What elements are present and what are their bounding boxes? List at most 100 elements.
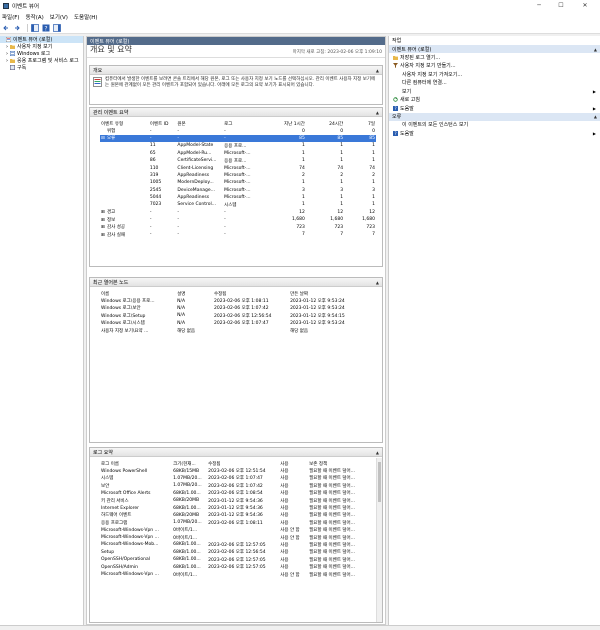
- table-row[interactable]: 7023 Service Control... 시스템 1 1 1: [100, 201, 376, 208]
- table-row[interactable]: OpenSSH/Operational 68KB/1.00... 2023-02-0…: [100, 556, 370, 563]
- table-row[interactable]: 2545 DeviceManage... Microsoft-... 3 3 3: [100, 187, 376, 194]
- close-button[interactable]: ✕: [574, 0, 596, 11]
- column-header[interactable]: 이름: [100, 290, 176, 297]
- collapse-caret-icon[interactable]: ▲: [376, 110, 379, 115]
- tree-item-event-viewer-local[interactable]: 이벤트 뷰어 (로컬): [0, 36, 83, 43]
- collapse-caret-icon[interactable]: ▲: [376, 280, 379, 285]
- action-item[interactable]: 보기 ▶: [389, 87, 600, 96]
- action-item[interactable]: 저장된 로그 열기...: [389, 53, 600, 62]
- tree-item-subscriptions[interactable]: 구독: [0, 64, 83, 71]
- table-row[interactable]: Windows PowerShell 68KB/15MB 2023-02-06 오후…: [100, 467, 370, 475]
- column-header[interactable]: 수정됨: [213, 290, 289, 297]
- actions-section-error[interactable]: 오류 ▲: [389, 112, 600, 121]
- column-header[interactable]: 7일: [344, 120, 376, 127]
- table-row[interactable]: Microsoft Office Alerts 68KB/1.00... 2023-…: [100, 490, 370, 497]
- column-header[interactable]: 만든 날짜: [289, 290, 376, 297]
- table-cell: 68KB/15MB: [173, 468, 200, 474]
- admin-summary-header[interactable]: 관리 이벤트 요약 ▲: [90, 108, 382, 117]
- table-row[interactable]: ⊞ 경고 - - -12 12 12: [100, 209, 376, 216]
- table-row[interactable]: 1005 ModernDeploy... Microsoft-... 1 1 1: [100, 179, 376, 186]
- console-tree-icon[interactable]: [31, 23, 39, 32]
- table-row[interactable]: 65 AppModel-Ru... Microsoft-... 1 1 1: [100, 150, 376, 157]
- overview-header[interactable]: 개요 ▲: [90, 66, 382, 75]
- column-header[interactable]: 설명: [176, 290, 213, 297]
- column-header[interactable]: 24시간: [306, 120, 344, 127]
- table-row[interactable]: Microsoft-Windows-Vpn ... 0바이트/1... 사용 안 함…: [100, 534, 370, 541]
- table-row[interactable]: Windows 로그\시스템 N/A 2023-02-06 오후 1:07:47 20…: [100, 320, 376, 327]
- column-header[interactable]: 보존 정책: [308, 460, 370, 467]
- menu-help[interactable]: 도움말(H): [74, 13, 98, 21]
- action-item[interactable]: 사용자 지정 보기 만들기...: [389, 62, 600, 71]
- collapse-caret-icon[interactable]: ▲: [376, 450, 379, 455]
- collapse-caret-icon[interactable]: ▲: [376, 68, 379, 73]
- maximize-button[interactable]: ☐: [550, 0, 572, 11]
- table-row[interactable]: 110 Client-Licensing Microsoft-... 74 74 74: [100, 164, 376, 171]
- table-row[interactable]: 319 AppReadiness Microsoft-... 2 2 2: [100, 172, 376, 179]
- table-row[interactable]: Windows 로그\보안 N/A 2023-02-06 오후 1:07:42 202…: [100, 305, 376, 312]
- table-row[interactable]: 하드웨어 이벤트 68KB/20MB 2023-01-12 오후 9:54:36 사용…: [100, 512, 370, 519]
- column-header[interactable]: 지난 1시간: [266, 120, 306, 127]
- action-item[interactable]: 새로 고침: [389, 96, 600, 105]
- table-cell: 2023-02-06 오후 12:57:05: [208, 557, 266, 563]
- menu-view[interactable]: 보기(V): [50, 13, 68, 21]
- menu-action[interactable]: 동작(A): [26, 13, 44, 21]
- recent-nodes-body: 이름 설명 수정됨 만든 날짜 Windows 로그\응용 프로... N/A 2023-0…: [90, 287, 382, 334]
- table-row[interactable]: ⊞ 감사 성공 - - -723 723 723: [100, 223, 376, 231]
- table-row[interactable]: ⊞ 정보 - - -1,680 1,680 1,680: [100, 216, 376, 223]
- table-row[interactable]: 키 관리 서비스 68KB/20MB 2023-01-12 오후 9:54:36 사용…: [100, 497, 370, 504]
- table-cell: Client-Licensing: [177, 165, 214, 171]
- action-item[interactable]: 이 이벤트의 모든 인스턴스 보기: [389, 121, 600, 130]
- table-row[interactable]: Setup 68KB/1.00... 2023-02-06 오후 12:56:54 사…: [100, 549, 370, 556]
- recent-nodes-header[interactable]: 최근 열어본 노드 ▲: [90, 278, 382, 287]
- table-row[interactable]: Internet Explorer 68KB/1.00... 2023-01-12 …: [100, 504, 370, 512]
- table-row[interactable]: 위험 - - - 0 0 0: [100, 127, 376, 135]
- table-row[interactable]: Microsoft-Windows-Mob... 68KB/1.00... 2023…: [100, 541, 370, 548]
- help-icon[interactable]: ?: [42, 24, 50, 32]
- log-summary-header[interactable]: 로그 요약 ▲: [90, 448, 382, 457]
- table-cell: 하드웨어 이벤트: [101, 513, 132, 519]
- action-item[interactable]: 다른 컴퓨터에 연결...: [389, 79, 600, 88]
- table-row[interactable]: Windows 로그\Setup N/A 2023-02-06 오후 12:56:5…: [100, 312, 376, 319]
- tree-item-custom-views[interactable]: › 사용자 지정 보기: [0, 43, 83, 51]
- column-header[interactable]: 로그 이름: [100, 460, 172, 467]
- action-item[interactable]: 사용자 지정 보기 가져오기...: [389, 70, 600, 79]
- table-cell: 필요할 때 이벤트 덮어...: [309, 491, 355, 497]
- table-row[interactable]: OpenSSH/Admin 68KB/1.00... 2023-02-06 오후 1…: [100, 563, 370, 571]
- table-cell: 1,680: [330, 217, 344, 223]
- tree-item-windows-logs[interactable]: › Windows 로그: [0, 50, 83, 58]
- scrollbar-thumb[interactable]: [378, 462, 381, 502]
- table-row[interactable]: ⊞ 감사 실패 - - -7 7 7: [100, 231, 376, 238]
- table-row[interactable]: ⊟ 오류 - - -85 85 85: [100, 134, 376, 143]
- action-item[interactable]: ? 도움말 ▶: [389, 104, 600, 113]
- column-header[interactable]: 이벤트 ID: [149, 120, 177, 127]
- column-header[interactable]: 크기(현재...: [172, 460, 207, 467]
- menu-file[interactable]: 파일(F): [2, 13, 20, 21]
- show-action-pane-icon[interactable]: [53, 23, 61, 32]
- table-row[interactable]: 시스템 1.07MB/20... 2023-02-06 오후 1:07:47 사용 필요…: [100, 475, 370, 482]
- collapse-caret-icon[interactable]: ▲: [594, 47, 597, 52]
- table-row[interactable]: 86 CertificateServi... 응용 프로... 1 1 1: [100, 157, 376, 164]
- tree-item-app-service-logs[interactable]: › 응용 프로그램 및 서비스 로그: [0, 57, 83, 65]
- table-row[interactable]: Microsoft-Windows-Vpn ... 0바이트/1... 사용 안 함…: [100, 571, 370, 578]
- back-arrow-icon[interactable]: [2, 24, 10, 32]
- column-header[interactable]: 로그: [223, 120, 265, 127]
- collapse-caret-icon[interactable]: ▲: [594, 114, 597, 119]
- table-cell: 85: [265, 134, 306, 143]
- table-row[interactable]: 11 AppModel-State 응용 프로... 1 1 1: [100, 142, 376, 149]
- actions-section-local[interactable]: 이벤트 뷰어 (로컬) ▲: [389, 45, 600, 53]
- table-row[interactable]: 보안 1.07MB/20... 2023-02-06 오후 1:07:42 사용 필요할…: [100, 482, 370, 489]
- column-header[interactable]: 수정됨: [207, 460, 279, 467]
- table-row[interactable]: 사용자 지정 보기\요약 ... 해당 없음 해당 없음: [100, 327, 376, 334]
- table-row[interactable]: 응용 프로그램 1.07MB/20... 2023-02-06 오후 1:08:11…: [100, 519, 370, 526]
- column-header[interactable]: 이벤트 유형: [100, 120, 149, 127]
- forward-arrow-icon[interactable]: [13, 24, 21, 32]
- table-cell: [100, 187, 149, 194]
- action-item[interactable]: ? 도움말 ▶: [389, 129, 600, 138]
- minimize-button[interactable]: ─: [528, 0, 550, 11]
- table-row[interactable]: 5044 AppReadiness Microsoft-... 1 1 1: [100, 194, 376, 201]
- log-summary-scrollbar[interactable]: [376, 458, 382, 622]
- column-header[interactable]: 원본: [176, 120, 223, 127]
- column-header[interactable]: 사용: [279, 460, 308, 467]
- table-row[interactable]: Windows 로그\응용 프로... N/A 2023-02-06 오후 1:08…: [100, 297, 376, 305]
- table-row[interactable]: Microsoft-Windows-Vpn ... 0바이트/1... 사용 안 함…: [100, 527, 370, 534]
